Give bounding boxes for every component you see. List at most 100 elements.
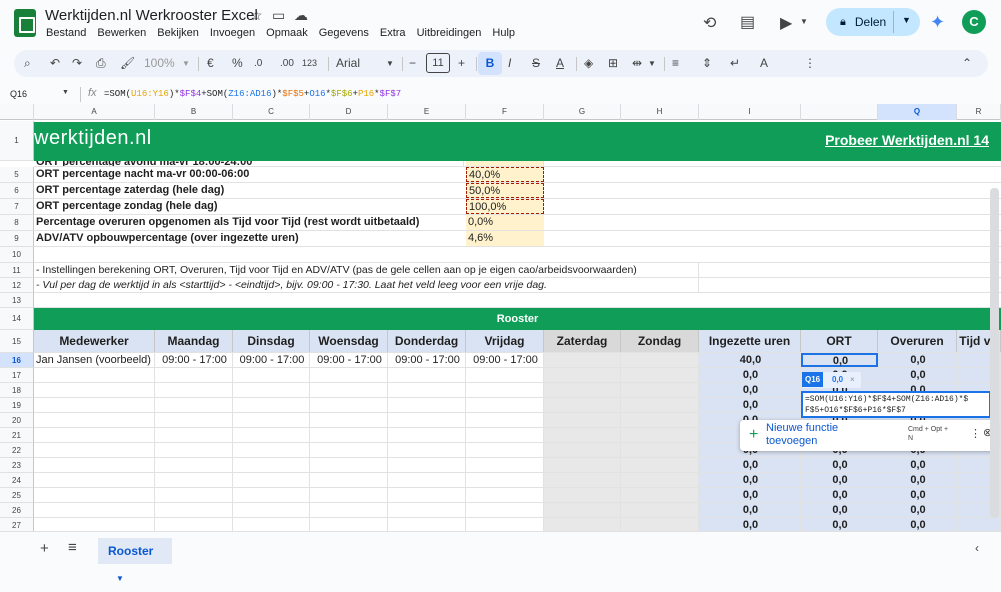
row-header-9[interactable]: 9 <box>0 231 34 247</box>
meet-icon[interactable]: ▶ <box>780 13 792 33</box>
empty-cell[interactable] <box>155 413 233 427</box>
weekend-cell[interactable] <box>544 473 621 487</box>
row-header-24[interactable]: 24 <box>0 473 34 488</box>
empty-cell[interactable] <box>388 368 466 382</box>
close-icon[interactable]: × <box>850 375 855 384</box>
empty-cell[interactable] <box>155 368 233 382</box>
empty-cell[interactable] <box>466 458 544 472</box>
select-all-corner[interactable] <box>0 104 34 120</box>
settings-value[interactable]: 50,0% <box>466 183 544 198</box>
empty-cell[interactable] <box>388 518 466 531</box>
day-time[interactable]: 09:00 - 17:00 <box>466 353 544 367</box>
empty-cell[interactable] <box>310 398 388 412</box>
comments-icon[interactable]: ▤ <box>740 12 755 32</box>
settings-value[interactable]: 4,6% <box>466 231 544 246</box>
weekend-cell[interactable] <box>544 398 621 412</box>
empty-cell[interactable] <box>233 518 310 531</box>
empty-cell[interactable] <box>34 518 155 531</box>
increase-decimal-button[interactable]: .00 <box>280 55 294 72</box>
paint-format-icon[interactable]: 🖌︎ <box>120 55 135 72</box>
empty-cell[interactable] <box>466 503 544 517</box>
cell-ref-chip[interactable]: Q16 0,0 × <box>802 372 861 388</box>
empty-cell[interactable] <box>310 473 388 487</box>
empty-cell[interactable] <box>310 428 388 442</box>
ingezette-uren[interactable]: 0,0 <box>699 518 801 531</box>
ingezette-uren[interactable]: 0,0 <box>699 488 801 502</box>
empty-cell[interactable] <box>466 368 544 382</box>
tijd-cell[interactable] <box>957 518 1001 531</box>
more-options-icon[interactable]: ⋮ <box>804 55 816 72</box>
empty-cell[interactable] <box>155 383 233 397</box>
weekend-cell[interactable] <box>544 503 621 517</box>
row-header-25[interactable]: 25 <box>0 488 34 503</box>
employee-name[interactable]: Jan Jansen (voorbeeld) <box>34 353 155 367</box>
menu-gegevens[interactable]: Gegevens <box>319 27 369 39</box>
row-header-5[interactable]: 5 <box>0 167 34 183</box>
partial-value[interactable] <box>466 161 544 166</box>
settings-value[interactable]: 100,0% <box>466 199 544 214</box>
empty-cell[interactable] <box>310 503 388 517</box>
overuren[interactable]: 0,0 <box>878 488 957 502</box>
empty-cell[interactable] <box>34 428 155 442</box>
empty-cell[interactable] <box>388 473 466 487</box>
column-header-Q[interactable]: Q <box>878 104 957 120</box>
horizontal-align-icon[interactable]: ≡ <box>672 55 679 72</box>
merge-cells-icon[interactable]: ⇹ <box>632 55 642 72</box>
empty-cell[interactable] <box>155 443 233 457</box>
empty-cell[interactable] <box>155 488 233 502</box>
name-box[interactable]: Q16 <box>10 89 27 99</box>
weekend-cell[interactable] <box>544 353 621 367</box>
empty-cell[interactable] <box>466 488 544 502</box>
ingezette-uren[interactable]: 0,0 <box>699 458 801 472</box>
italic-button[interactable]: I <box>508 55 511 72</box>
ort-cell[interactable]: 0,0 <box>801 518 878 531</box>
ingezette-uren[interactable]: 0,0 <box>699 473 801 487</box>
empty-cell[interactable] <box>466 518 544 531</box>
empty-cell[interactable] <box>233 443 310 457</box>
empty-cell[interactable] <box>388 413 466 427</box>
empty-cell[interactable] <box>310 458 388 472</box>
column-header-G[interactable]: G <box>544 104 621 120</box>
weekend-cell[interactable] <box>621 353 699 367</box>
spreadsheet-grid[interactable]: ABCDEFGHI QR werktijden.nl Probeer Werkti… <box>0 104 1001 531</box>
settings-label[interactable]: ORT percentage nacht ma-vr 00:00-06:00 <box>34 167 466 182</box>
font-select[interactable]: Arial <box>336 55 360 72</box>
zoom-select[interactable]: 100% <box>144 55 175 72</box>
text-color-icon[interactable]: A <box>556 55 564 72</box>
empty-cell[interactable] <box>388 488 466 502</box>
empty-cell[interactable] <box>310 443 388 457</box>
empty-cell[interactable] <box>155 518 233 531</box>
note-text-italic[interactable]: - Vul per dag de werktijd in als <startt… <box>34 278 699 292</box>
ort-cell[interactable]: 0,0 <box>801 488 878 502</box>
empty-cell[interactable] <box>155 458 233 472</box>
row-header-14[interactable]: 14 <box>0 308 34 330</box>
weekend-cell[interactable] <box>621 383 699 397</box>
chevron-down-icon[interactable]: ▼ <box>182 55 190 72</box>
ort-cell[interactable]: 0,0 <box>801 503 878 517</box>
weekend-cell[interactable] <box>544 413 621 427</box>
empty-cell[interactable] <box>155 428 233 442</box>
weekend-cell[interactable] <box>621 428 699 442</box>
empty-cell[interactable] <box>388 503 466 517</box>
all-sheets-icon[interactable]: ≡ <box>68 539 77 556</box>
empty-cell[interactable] <box>388 398 466 412</box>
empty-cell[interactable] <box>466 398 544 412</box>
day-time[interactable]: 09:00 - 17:00 <box>155 353 233 367</box>
column-header-R[interactable]: R <box>957 104 1001 120</box>
chevron-down-icon[interactable]: ▼ <box>62 89 69 96</box>
settings-label[interactable]: ORT percentage zondag (hele dag) <box>34 199 466 214</box>
row-header-7[interactable]: 7 <box>0 199 34 215</box>
ort-cell[interactable]: 0,0 <box>801 473 878 487</box>
row-header-20[interactable]: 20 <box>0 413 34 428</box>
search-menu-icon[interactable]: ⌕ <box>24 55 31 72</box>
day-time[interactable]: 09:00 - 17:00 <box>310 353 388 367</box>
empty-cell[interactable] <box>233 458 310 472</box>
row-header-19[interactable]: 19 <box>0 398 34 413</box>
weekend-cell[interactable] <box>544 458 621 472</box>
strikethrough-button[interactable]: S <box>532 55 540 72</box>
text-wrap-icon[interactable]: ↵ <box>730 55 740 72</box>
settings-label[interactable]: ADV/ATV opbouwpercentage (over ingezette… <box>34 231 466 246</box>
chevron-left-icon[interactable]: ‹ <box>975 541 979 555</box>
print-icon[interactable]: ⎙ <box>96 55 106 72</box>
number-format-button[interactable]: 123 <box>302 55 317 72</box>
